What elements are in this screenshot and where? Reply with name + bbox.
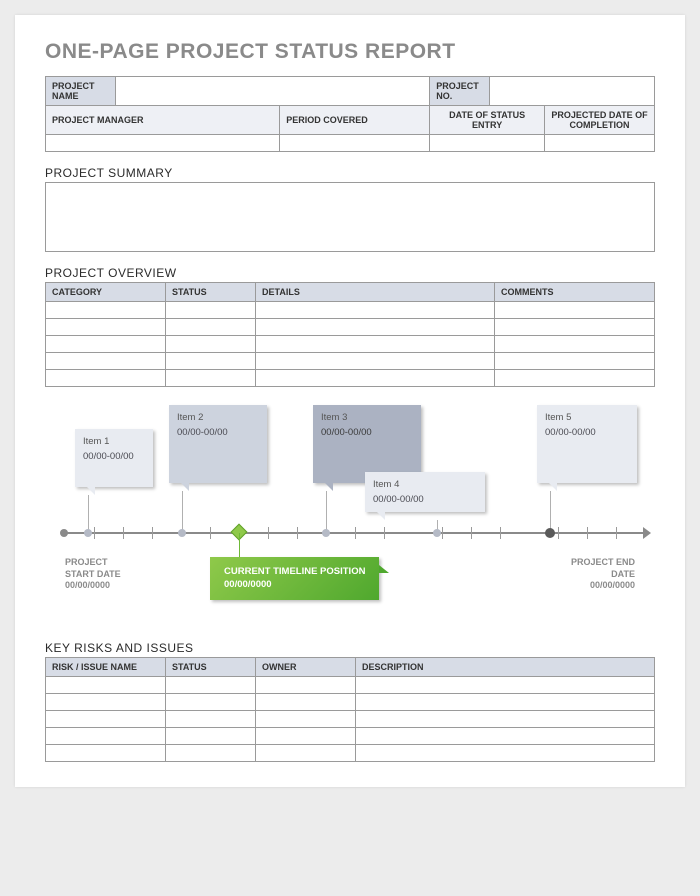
timeline-item-title: Item 1 [83,435,145,448]
stem-icon [88,495,89,532]
end-date-label: PROJECT END DATE 00/00/0000 [565,557,635,592]
projected-date-label: PROJECTED DATE OF COMPLETION [545,106,655,135]
tick-icon [471,527,472,539]
overview-table: CATEGORY STATUS DETAILS COMMENTS [45,282,655,387]
tick-icon [210,527,211,539]
project-manager-label: PROJECT MANAGER [46,106,280,135]
page-title: ONE-PAGE PROJECT STATUS REPORT [45,40,655,64]
overview-col-comments: COMMENTS [495,283,655,302]
tick-icon [297,527,298,539]
timeline-item-4: Item 4 00/00-00/00 [365,472,485,512]
date-status-entry-label: DATE OF STATUS ENTRY [430,106,545,135]
dot-icon [178,529,186,537]
current-position-date: 00/00/0000 [224,579,272,590]
risks-table: RISK / ISSUE NAME STATUS OWNER DESCRIPTI… [45,657,655,762]
table-row [46,319,655,336]
timeline-item-date: 00/00-00/00 [321,427,372,438]
current-position-box: CURRENT TIMELINE POSITION 00/00/0000 [210,557,379,600]
table-row [46,336,655,353]
timeline-item-title: Item 3 [321,411,413,424]
overview-col-status: STATUS [166,283,256,302]
timeline-item-date: 00/00-00/00 [83,451,134,462]
timeline-item-date: 00/00-00/00 [545,427,596,438]
current-stem-icon [239,533,240,557]
current-position-label: CURRENT TIMELINE POSITION [224,566,365,577]
risks-col-owner: OWNER [256,658,356,677]
tick-icon [152,527,153,539]
timeline-item-title: Item 2 [177,411,259,424]
header-table: PROJECT NAME PROJECT NO. PROJECT MANAGER… [45,76,655,152]
table-row [46,711,655,728]
tick-icon [442,527,443,539]
stem-icon [182,491,183,532]
tick-icon [355,527,356,539]
timeline-item-date: 00/00-00/00 [373,494,424,505]
tick-icon [587,527,588,539]
overview-label: PROJECT OVERVIEW [45,266,655,280]
table-row [46,353,655,370]
report-page: ONE-PAGE PROJECT STATUS REPORT PROJECT N… [15,15,685,787]
tick-icon [558,527,559,539]
risks-col-status: STATUS [166,658,256,677]
timeline-item-5: Item 5 00/00-00/00 [537,405,637,483]
period-covered-label: PERIOD COVERED [280,106,430,135]
table-row [46,694,655,711]
summary-box[interactable] [45,182,655,252]
period-covered-value[interactable] [280,135,430,152]
timeline-item-title: Item 4 [373,478,477,491]
timeline-diagram: Item 1 00/00-00/00 Item 2 00/00-00/00 Item… [45,397,655,627]
timeline-item-title: Item 5 [545,411,629,424]
table-row [46,370,655,387]
timeline-item-date: 00/00-00/00 [177,427,228,438]
risks-col-name: RISK / ISSUE NAME [46,658,166,677]
tick-icon [123,527,124,539]
dot-icon [84,529,92,537]
timeline-item-2: Item 2 00/00-00/00 [169,405,267,483]
project-name-value[interactable] [116,77,430,106]
tick-icon [616,527,617,539]
projected-date-value[interactable] [545,135,655,152]
risks-col-description: DESCRIPTION [356,658,655,677]
table-row [46,302,655,319]
stem-icon [550,491,551,532]
timeline-item-1: Item 1 00/00-00/00 [75,429,153,487]
table-row [46,745,655,762]
tick-icon [384,527,385,539]
stem-icon [326,491,327,532]
table-row [46,728,655,745]
tick-icon [268,527,269,539]
project-no-label: PROJECT NO. [430,77,490,106]
summary-label: PROJECT SUMMARY [45,166,655,180]
start-date-label: PROJECT START DATE 00/00/0000 [65,557,125,592]
tick-icon [500,527,501,539]
project-no-value[interactable] [490,77,655,106]
overview-col-details: DETAILS [256,283,495,302]
tick-icon [94,527,95,539]
risks-label: KEY RISKS AND ISSUES [45,641,655,655]
table-row [46,677,655,694]
date-status-entry-value[interactable] [430,135,545,152]
project-manager-value[interactable] [46,135,280,152]
overview-col-category: CATEGORY [46,283,166,302]
dot-icon [433,529,441,537]
project-name-label: PROJECT NAME [46,77,116,106]
dot-icon [545,528,555,538]
timeline-axis [65,532,645,534]
dot-icon [322,529,330,537]
